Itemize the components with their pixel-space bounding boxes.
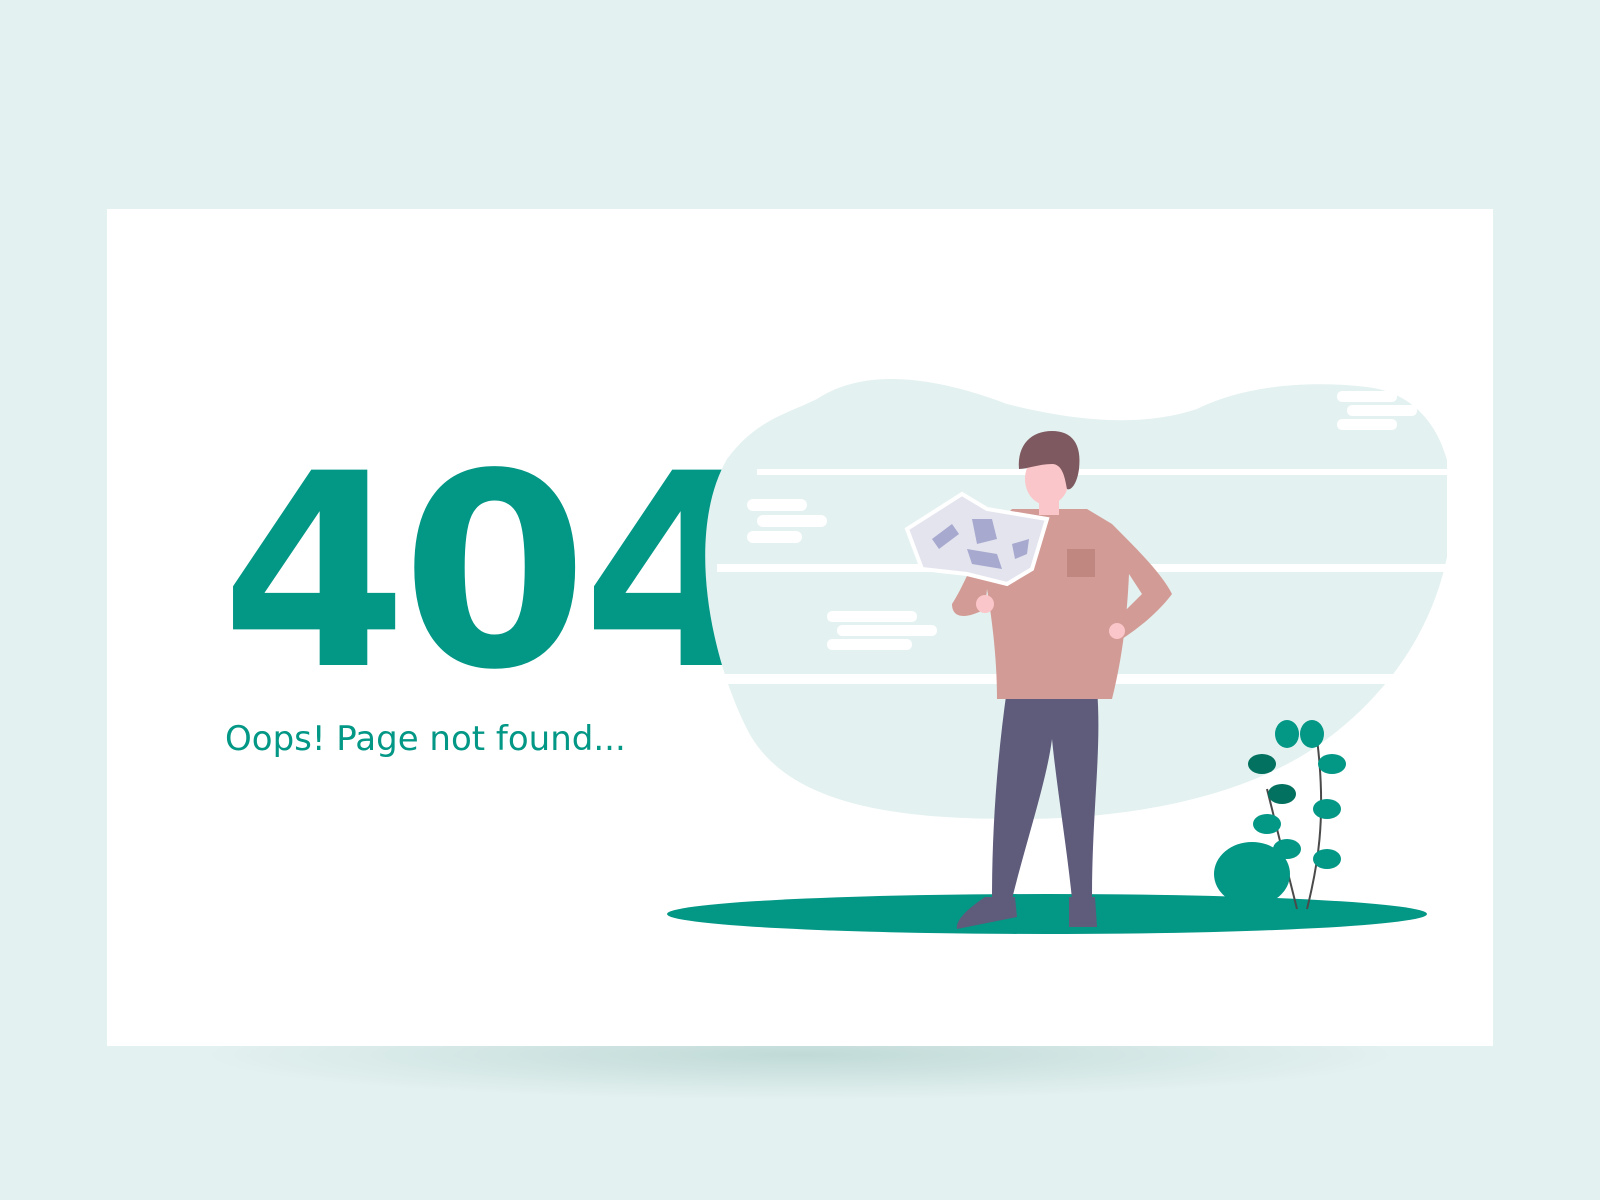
blob-stripe [757,469,1447,475]
person-hand [1109,623,1125,639]
person-holding-map-illustration [667,379,1447,934]
person-hand [976,595,994,613]
person-shoe [1069,897,1097,927]
shirt-pocket [1067,549,1095,577]
person-neck [1039,497,1059,515]
error-card: 404 Oops! Page not found... [107,209,1493,1046]
error-message: Oops! Page not found... [225,719,626,759]
ground [667,894,1427,934]
